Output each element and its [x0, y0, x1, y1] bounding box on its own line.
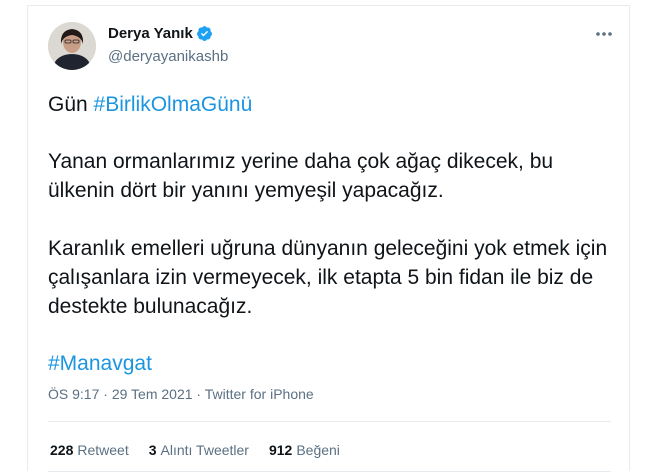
tweet-stats: 228 Retweet 3 Alıntı Tweetler 912 Beğeni — [50, 442, 360, 458]
tweet-time[interactable]: ÖS 9:17 — [48, 386, 99, 402]
likes-count: 912 — [268, 442, 293, 458]
author-handle[interactable]: @deryayanikashb — [108, 48, 228, 65]
meta-separator: · — [103, 386, 108, 402]
tweet-date[interactable]: 29 Tem 2021 — [112, 386, 193, 402]
divider — [48, 421, 611, 422]
hashtag-manavgat[interactable]: #Manavgat — [48, 352, 152, 375]
retweets-stat[interactable]: 228 Retweet — [50, 442, 129, 458]
tweet-card: Derya Yanık @deryayanikashb Gün #BirlikO… — [27, 5, 630, 472]
tweet-paragraph-3: Karanlık emelleri uğruna dünyanın gelece… — [48, 237, 608, 318]
likes-label: Beğeni — [296, 442, 340, 458]
tweet-meta: ÖS 9:17 · 29 Tem 2021 · Twitter for iPho… — [48, 386, 314, 402]
tweet-paragraph-2: Yanan ormanlarımız yerine daha çok ağaç … — [48, 150, 554, 202]
quotes-label: Alıntı Tweetler — [160, 442, 249, 458]
author-name-row[interactable]: Derya Yanık — [108, 25, 213, 42]
verified-badge-icon — [196, 26, 212, 41]
likes-stat[interactable]: 912 Beğeni — [269, 442, 340, 458]
tweet-paragraph-4: #Manavgat — [48, 349, 608, 378]
tweet-source[interactable]: Twitter for iPhone — [205, 386, 314, 402]
hashtag-birlik-olma-gunu[interactable]: #BirlikOlmaGünü — [94, 93, 253, 116]
avatar-image — [48, 22, 96, 70]
quotes-count: 3 — [148, 442, 157, 458]
meta-separator: · — [196, 386, 202, 402]
tweet-text: Gün #BirlikOlmaGünü Yanan ormanlarımız y… — [48, 90, 608, 378]
tweet-paragraph-1: Gün #BirlikOlmaGünü — [48, 90, 608, 119]
tweet-text-prefix: Gün — [48, 93, 88, 116]
avatar[interactable] — [48, 22, 96, 70]
more-options-icon[interactable] — [594, 28, 614, 40]
retweets-label: Retweet — [77, 442, 129, 458]
quote-tweets-stat[interactable]: 3 Alıntı Tweetler — [149, 442, 249, 458]
retweets-count: 228 — [50, 442, 74, 458]
author-name[interactable]: Derya Yanık — [108, 25, 193, 42]
